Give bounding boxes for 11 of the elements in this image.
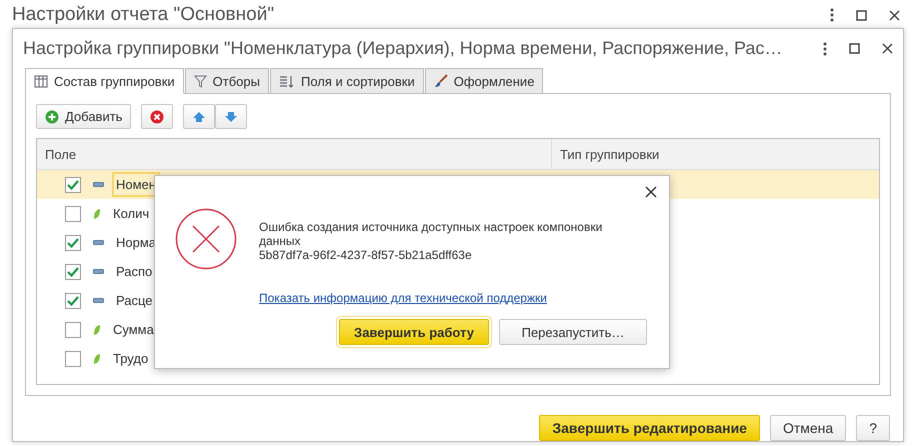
field-name: Сумма bbox=[112, 321, 155, 340]
column-header: Поле bbox=[44, 146, 78, 164]
error-message: Ошибка создания источника доступных настроек компоновки данных bbox=[259, 220, 604, 248]
dialog-title: Настройка группировки "Номенклатура (Иерархия), Норма времени, Распоряжение, Рас… bbox=[23, 38, 784, 60]
error-code: 5b87df7a-96f2-4237-8f57-5b21a5dff63e bbox=[259, 248, 473, 262]
field-name: Колич bbox=[112, 205, 150, 224]
field-name: Трудо bbox=[112, 350, 150, 368]
field-name: Расце bbox=[115, 292, 154, 310]
window-title: Настройки отчета "Основной" bbox=[12, 4, 276, 26]
field-name: Распо bbox=[115, 263, 154, 282]
column-header: Тип группировки bbox=[551, 139, 879, 170]
